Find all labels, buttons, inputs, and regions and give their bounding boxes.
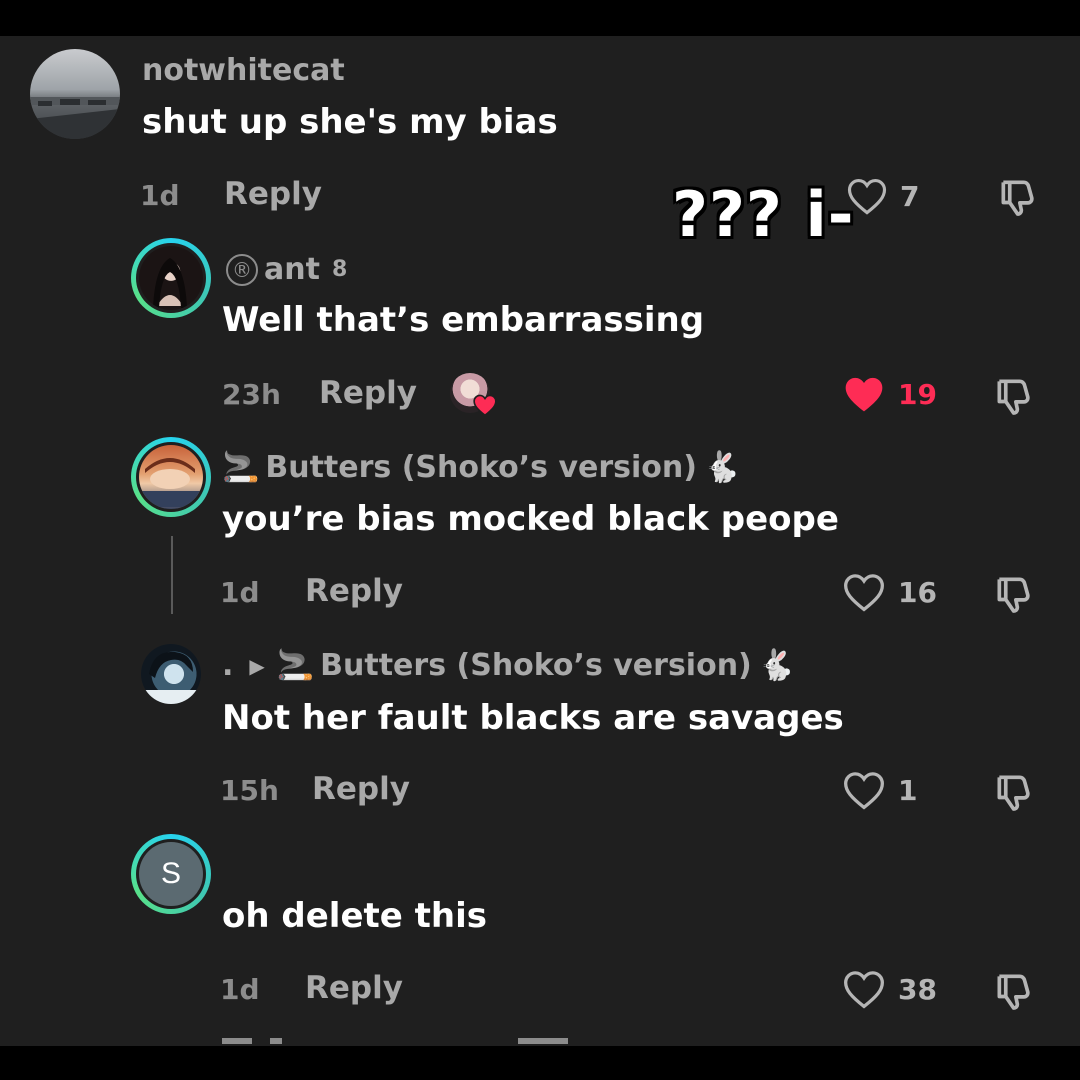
like-count: 19 bbox=[898, 377, 937, 411]
cigarette-emoji: 🚬 bbox=[276, 648, 315, 683]
thumbs-down-icon[interactable] bbox=[996, 175, 1040, 219]
username[interactable]: ® ant 8 bbox=[226, 252, 347, 287]
comment-text: you’re bias mocked black peope bbox=[222, 499, 839, 539]
comments-screen: notwhitecat shut up she's my bias 1d Rep… bbox=[0, 36, 1080, 1046]
comment-text: shut up she's my bias bbox=[142, 102, 558, 142]
avatar-notwhitecat[interactable] bbox=[30, 49, 120, 139]
thumbs-down-icon[interactable] bbox=[992, 374, 1036, 418]
timestamp: 23h bbox=[222, 378, 281, 411]
like-button[interactable]: 7 bbox=[846, 176, 919, 216]
timestamp: 1d bbox=[220, 973, 260, 1006]
like-button[interactable]: 19 bbox=[842, 373, 937, 415]
avatar-butters[interactable] bbox=[131, 437, 211, 517]
heart-outline-icon bbox=[844, 772, 884, 810]
timestamp: 1d bbox=[140, 179, 180, 212]
reply-button[interactable]: Reply bbox=[305, 573, 403, 609]
heart-outline-icon bbox=[847, 179, 887, 215]
username[interactable]: notwhitecat bbox=[142, 53, 345, 88]
cigarette-emoji: 🚬 bbox=[222, 450, 260, 485]
thumbs-down-icon[interactable] bbox=[992, 969, 1036, 1013]
view-replies-cut-off bbox=[222, 1038, 582, 1046]
avatar-ant[interactable] bbox=[131, 238, 211, 318]
like-button[interactable]: 1 bbox=[842, 769, 917, 811]
timestamp: 15h bbox=[220, 774, 279, 807]
like-count: 16 bbox=[898, 575, 937, 609]
like-count: 1 bbox=[898, 773, 918, 807]
heart-filled-icon bbox=[845, 377, 883, 412]
reply-button[interactable]: Reply bbox=[319, 375, 417, 411]
like-count: 7 bbox=[900, 179, 920, 213]
comment-text: Well that’s embarrassing bbox=[222, 300, 705, 340]
overlay-caption: ??? i- bbox=[672, 178, 855, 251]
avatar-letter: S bbox=[160, 857, 181, 890]
registered-badge: ® bbox=[226, 253, 258, 286]
username-text: Butters (Shoko’s version) bbox=[265, 450, 697, 485]
rabbit-emoji: 🐇 bbox=[757, 648, 796, 683]
reply-to-username[interactable]: Butters (Shoko’s version) bbox=[320, 648, 752, 683]
heart-filled-icon bbox=[473, 394, 497, 417]
rabbit-emoji: 🐇 bbox=[702, 450, 741, 485]
thumbs-down-icon[interactable] bbox=[992, 770, 1036, 814]
heart-outline-icon bbox=[844, 971, 884, 1009]
username-text: . bbox=[222, 648, 234, 683]
reply-button[interactable]: Reply bbox=[305, 970, 403, 1006]
thumbs-down-icon[interactable] bbox=[992, 572, 1036, 616]
like-button[interactable]: 38 bbox=[842, 968, 937, 1010]
thread-line bbox=[171, 536, 173, 614]
creator-liked-badge bbox=[450, 373, 497, 417]
like-count: 38 bbox=[898, 972, 937, 1006]
avatar-dot-user[interactable] bbox=[141, 644, 201, 704]
username[interactable]: . ▶ 🚬 Butters (Shoko’s version) 🐇 bbox=[222, 648, 795, 683]
username[interactable]: 🚬 Butters (Shoko’s version) 🐇 bbox=[222, 450, 740, 485]
triangle-right-icon: ▶ bbox=[249, 653, 265, 678]
comment-text: Not her fault blacks are savages bbox=[222, 698, 844, 738]
username-text: ant bbox=[264, 252, 320, 287]
comment-text: oh delete this bbox=[222, 896, 488, 936]
reply-button[interactable]: Reply bbox=[224, 176, 322, 212]
avatar-s[interactable]: S bbox=[131, 834, 211, 914]
like-button[interactable]: 16 bbox=[842, 571, 937, 613]
reply-button[interactable]: Reply bbox=[312, 771, 410, 807]
username-superscript: 8 bbox=[331, 257, 348, 282]
heart-outline-icon bbox=[844, 574, 884, 612]
timestamp: 1d bbox=[220, 576, 260, 609]
